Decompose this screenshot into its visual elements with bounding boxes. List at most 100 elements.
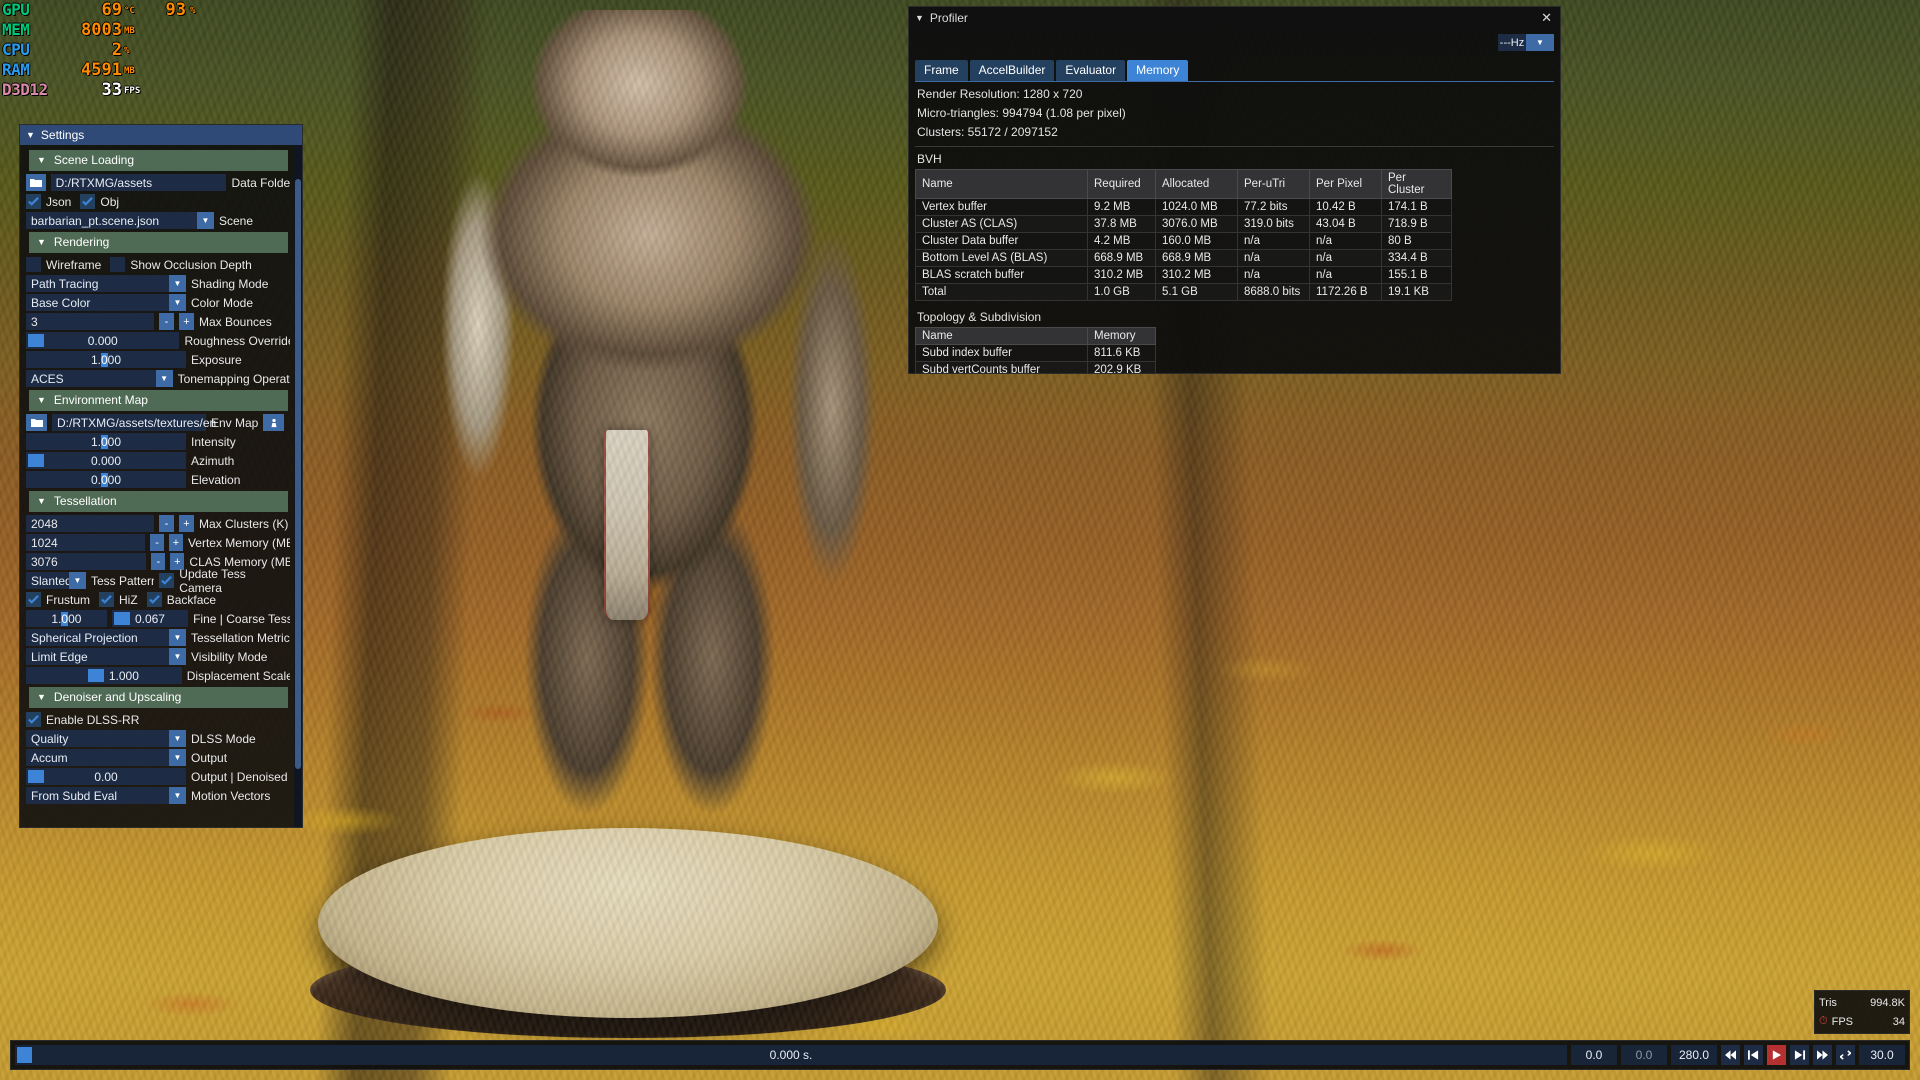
timeline-end-value[interactable]: 280.0 <box>1671 1045 1717 1065</box>
play-button[interactable] <box>1767 1045 1786 1065</box>
chevron-down-icon[interactable]: ▼ <box>169 749 186 766</box>
output-combo[interactable]: Accum ▼ <box>26 749 186 766</box>
color-mode-combo[interactable]: Base Color ▼ <box>26 294 186 311</box>
max-bounces-increment-button[interactable]: + <box>179 313 194 330</box>
azimuth-slider[interactable]: 0.000 <box>26 452 186 469</box>
tessellation-metric-value: Spherical Projection <box>31 630 138 645</box>
fast-forward-button[interactable] <box>1813 1045 1832 1065</box>
wireframe-checkbox[interactable] <box>26 257 41 272</box>
collapse-caret-icon[interactable]: ▼ <box>915 13 924 23</box>
clusters-text: Clusters: 55172 / 2097152 <box>917 125 1058 139</box>
clas-memory-decrement-button[interactable]: - <box>151 553 166 570</box>
chevron-down-icon[interactable]: ▼ <box>169 275 186 292</box>
max-bounces-decrement-button[interactable]: - <box>159 313 174 330</box>
vertex-memory-input[interactable]: 1024 <box>26 534 146 551</box>
obj-checkbox[interactable] <box>80 194 96 209</box>
tab-evaluator[interactable]: Evaluator <box>1056 60 1126 81</box>
collapse-caret-icon[interactable]: ▼ <box>26 130 35 140</box>
data-folder-input[interactable]: D:/RTXMG/assets <box>50 174 227 191</box>
roughness-override-slider[interactable]: 0.000 <box>26 332 180 349</box>
output-denoised-slider[interactable]: 0.00 <box>26 768 186 785</box>
slider-grab[interactable] <box>28 770 44 783</box>
slider-grab[interactable] <box>88 669 104 682</box>
chevron-down-icon[interactable]: ▼ <box>69 572 86 589</box>
close-icon[interactable]: ✕ <box>1539 10 1554 26</box>
tess-pattern-combo[interactable]: Slanted ▼ <box>26 572 86 589</box>
settings-scrollbar[interactable] <box>294 145 302 827</box>
profiler-window[interactable]: ▼ Profiler ✕ ---Hz ▼ Frame AccelBuilder … <box>908 6 1561 374</box>
refresh-rate-combo[interactable]: ---Hz ▼ <box>1498 34 1554 51</box>
env-map-picker-icon[interactable] <box>263 414 285 431</box>
timeline-bar[interactable]: 0.000 s. 0.0 0.0 280.0 30.0 <box>10 1040 1910 1070</box>
chevron-down-icon[interactable]: ▼ <box>169 730 186 747</box>
section-tessellation[interactable]: ▼ Tessellation <box>29 491 288 512</box>
slider-grab[interactable] <box>28 334 44 347</box>
timeline-scrubber[interactable]: 0.000 s. <box>15 1045 1567 1065</box>
max-clusters-input[interactable]: 2048 <box>26 515 154 532</box>
vertex-memory-increment-button[interactable]: + <box>169 534 183 551</box>
max-bounces-input[interactable]: 3 <box>26 313 154 330</box>
chevron-down-icon[interactable]: ▼ <box>197 212 214 229</box>
tab-frame[interactable]: Frame <box>915 60 968 81</box>
chevron-down-icon[interactable]: ▼ <box>169 648 186 665</box>
section-rendering[interactable]: ▼ Rendering <box>29 232 288 253</box>
skip-to-end-button[interactable] <box>1790 1045 1809 1065</box>
tab-accelbuilder[interactable]: AccelBuilder <box>969 60 1055 81</box>
chevron-down-icon[interactable]: ▼ <box>37 237 46 247</box>
slider-grab[interactable] <box>113 612 130 625</box>
max-clusters-decrement-button[interactable]: - <box>159 515 174 532</box>
shading-mode-combo[interactable]: Path Tracing ▼ <box>26 275 186 292</box>
chevron-down-icon[interactable]: ▼ <box>37 692 46 702</box>
chevron-down-icon[interactable]: ▼ <box>169 629 186 646</box>
max-clusters-increment-button[interactable]: + <box>179 515 194 532</box>
intensity-slider[interactable]: 1.000 <box>26 433 186 450</box>
section-environment-map[interactable]: ▼ Environment Map <box>29 390 288 411</box>
section-denoiser-upscaling[interactable]: ▼ Denoiser and Upscaling <box>29 687 288 708</box>
section-scene-loading[interactable]: ▼ Scene Loading <box>29 150 288 171</box>
json-checkbox[interactable] <box>26 194 41 209</box>
chevron-down-icon[interactable]: ▼ <box>37 496 46 506</box>
env-map-browse-button[interactable] <box>26 414 47 431</box>
chevron-down-icon[interactable]: ▼ <box>1526 34 1554 51</box>
timeline-mid-value[interactable]: 0.0 <box>1621 1045 1667 1065</box>
vertex-memory-decrement-button[interactable]: - <box>150 534 165 551</box>
settings-window[interactable]: ▼ Settings ▼ Scene Loading D:/RTXMG/asse… <box>19 124 303 828</box>
chevron-down-icon[interactable]: ▼ <box>37 395 46 405</box>
clas-memory-input[interactable]: 3076 <box>26 553 147 570</box>
settings-scrollbar-thumb[interactable] <box>295 179 301 769</box>
osd-unit-gpu-util: % <box>190 6 196 16</box>
displacement-scale-slider[interactable]: 1.000 <box>26 667 182 684</box>
chevron-down-icon[interactable]: ▼ <box>155 370 173 387</box>
elevation-slider[interactable]: 0.000 <box>26 471 186 488</box>
tonemapping-combo[interactable]: ACES ▼ <box>26 370 173 387</box>
tessellation-metric-combo[interactable]: Spherical Projection ▼ <box>26 629 186 646</box>
tab-memory[interactable]: Memory <box>1127 60 1189 81</box>
chevron-down-icon[interactable]: ▼ <box>37 155 46 165</box>
fine-tess-rate-slider[interactable]: 1.000 <box>26 610 107 627</box>
slider-grab[interactable] <box>28 454 44 467</box>
visibility-mode-combo[interactable]: Limit Edge ▼ <box>26 648 186 665</box>
roughness-override-label: Roughness Override <box>184 333 290 348</box>
coarse-tess-rate-slider[interactable]: 0.067 <box>111 610 189 627</box>
chevron-down-icon[interactable]: ▼ <box>169 294 186 311</box>
motion-vectors-combo[interactable]: From Subd Eval ▼ <box>26 787 186 804</box>
enable-dlss-rr-checkbox[interactable] <box>26 712 41 727</box>
loop-button[interactable] <box>1836 1045 1855 1065</box>
settings-titlebar[interactable]: ▼ Settings <box>20 125 302 145</box>
rewind-button[interactable] <box>1721 1045 1740 1065</box>
backface-checkbox[interactable] <box>146 592 162 607</box>
chevron-down-icon[interactable]: ▼ <box>169 787 186 804</box>
scene-combo[interactable]: barbarian_pt.scene.json ▼ <box>26 212 214 229</box>
timeline-start-value[interactable]: 0.0 <box>1571 1045 1617 1065</box>
env-map-input[interactable]: D:/RTXMG/assets/textures/en <box>52 414 216 431</box>
timeline-fps-value[interactable]: 30.0 <box>1859 1045 1905 1065</box>
profiler-titlebar[interactable]: ▼ Profiler ✕ <box>909 7 1560 29</box>
dlss-mode-combo[interactable]: Quality ▼ <box>26 730 186 747</box>
update-tess-camera-checkbox[interactable] <box>159 573 175 588</box>
hiz-checkbox[interactable] <box>99 592 115 607</box>
show-occlusion-depth-checkbox[interactable] <box>110 257 126 272</box>
exposure-slider[interactable]: 1.000 <box>26 351 186 368</box>
folder-browse-button[interactable] <box>26 174 46 191</box>
skip-to-start-button[interactable] <box>1744 1045 1763 1065</box>
frustum-checkbox[interactable] <box>26 592 41 607</box>
